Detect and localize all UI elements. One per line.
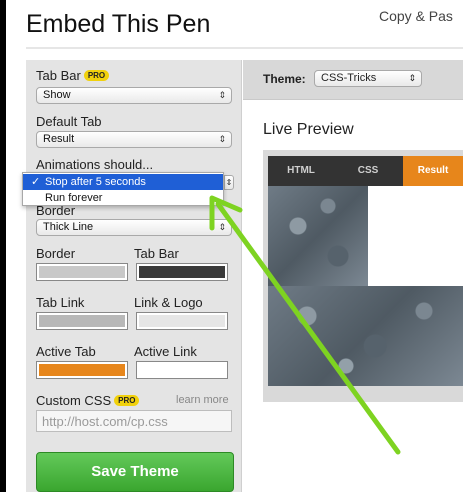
save-theme-button[interactable]: Save Theme bbox=[36, 452, 234, 492]
tab-link-color-label: Tab Link bbox=[36, 295, 85, 310]
up-down-chevron-icon: ⇕ bbox=[218, 222, 226, 232]
active-tab-color-swatch[interactable] bbox=[36, 361, 128, 379]
swatch-fill bbox=[139, 315, 225, 327]
default-tab-select[interactable]: Result ⇕ bbox=[36, 131, 232, 148]
live-preview-heading: Live Preview bbox=[263, 121, 354, 138]
tab-bar-select[interactable]: Show ⇕ bbox=[36, 87, 232, 104]
checkmark-icon: ✓ bbox=[31, 176, 41, 188]
border-color-label: Border bbox=[36, 246, 76, 261]
swatch-fill bbox=[139, 364, 225, 376]
window-edge bbox=[0, 0, 6, 492]
active-link-color-label: Active Link bbox=[134, 344, 197, 359]
swatch-fill bbox=[139, 266, 225, 278]
tab-css[interactable]: CSS bbox=[334, 156, 402, 186]
tab-bar-label: Tab Bar PRO bbox=[36, 68, 110, 83]
custom-css-label: Custom CSS PRO bbox=[36, 393, 140, 408]
tab-bar-color-label: Tab Bar bbox=[134, 246, 179, 261]
pro-badge: PRO bbox=[114, 395, 140, 406]
tab-link-color-swatch[interactable] bbox=[36, 312, 128, 330]
theme-select[interactable]: CSS-Tricks ⇕ bbox=[314, 70, 422, 87]
up-down-chevron-icon: ⇕ bbox=[408, 73, 416, 83]
tab-bar-color-swatch[interactable] bbox=[136, 263, 228, 281]
animations-label: Animations should... bbox=[36, 157, 154, 172]
link-logo-color-swatch[interactable] bbox=[136, 312, 228, 330]
active-link-color-swatch[interactable] bbox=[136, 361, 228, 379]
copy-paste-link[interactable]: Copy & Pas bbox=[379, 8, 453, 24]
page-title: Embed This Pen bbox=[26, 10, 211, 38]
theme-label: Theme: bbox=[263, 72, 306, 86]
pro-badge: PRO bbox=[83, 70, 110, 81]
title-divider bbox=[26, 47, 463, 49]
preview-frame-bottom bbox=[268, 386, 463, 396]
swatch-fill bbox=[39, 364, 125, 376]
swatch-fill bbox=[39, 315, 125, 327]
custom-css-input[interactable]: http://host.com/cp.css bbox=[36, 410, 232, 432]
dropdown-option-run-forever[interactable]: Run forever bbox=[23, 190, 223, 206]
link-logo-color-label: Link & Logo bbox=[134, 295, 203, 310]
theme-toolbar: Theme: CSS-Tricks ⇕ bbox=[243, 60, 463, 100]
up-down-chevron-icon[interactable]: ⇕ bbox=[224, 175, 234, 190]
dropdown-option-stop[interactable]: ✓ Stop after 5 seconds bbox=[23, 174, 223, 190]
tab-result[interactable]: Result bbox=[403, 156, 463, 192]
preview-image-tile bbox=[268, 286, 463, 386]
animations-dropdown[interactable]: ✓ Stop after 5 seconds Run forever bbox=[22, 172, 224, 206]
preview-image-tile bbox=[268, 186, 368, 286]
active-tab-color-label: Active Tab bbox=[36, 344, 96, 359]
up-down-chevron-icon: ⇕ bbox=[218, 90, 226, 100]
tab-html[interactable]: HTML bbox=[268, 156, 334, 186]
learn-more-link[interactable]: learn more bbox=[176, 394, 229, 406]
default-tab-label: Default Tab bbox=[36, 114, 102, 129]
theme-settings-panel: Tab Bar PRO Show ⇕ Default Tab Result ⇕ A… bbox=[26, 60, 242, 492]
swatch-fill bbox=[39, 266, 125, 278]
embed-tab-bar: HTML CSS Result bbox=[268, 156, 463, 192]
up-down-chevron-icon: ⇕ bbox=[218, 134, 226, 144]
border-color-swatch[interactable] bbox=[36, 263, 128, 281]
border-style-select[interactable]: Thick Line ⇕ bbox=[36, 219, 232, 236]
